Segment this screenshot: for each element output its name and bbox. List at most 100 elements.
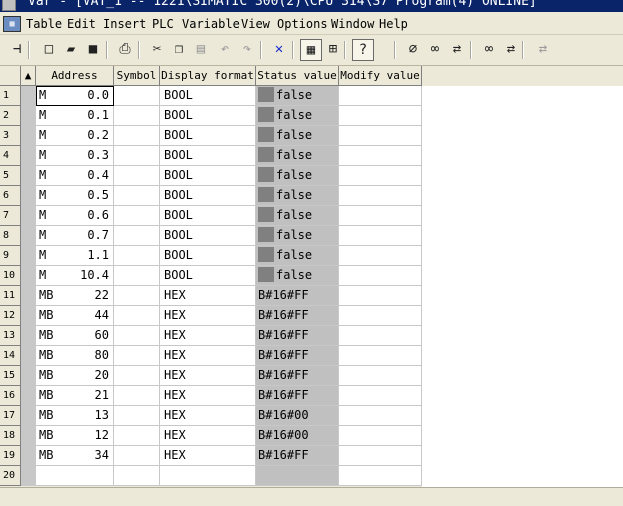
address-cell[interactable]: M 0.3: [36, 146, 114, 166]
header-display-format[interactable]: Display format: [160, 66, 256, 86]
address-cell[interactable]: M 10.4: [36, 266, 114, 286]
row-selector[interactable]: [21, 186, 36, 206]
modify-icon[interactable]: ⇄: [446, 39, 468, 61]
row-selector[interactable]: [21, 346, 36, 366]
row-selector[interactable]: [21, 466, 36, 486]
row-selector[interactable]: [21, 326, 36, 346]
modify-value-cell[interactable]: [339, 426, 422, 446]
row-number[interactable]: 5: [0, 166, 21, 186]
address-cell[interactable]: M 0.2: [36, 126, 114, 146]
row-number[interactable]: 9: [0, 246, 21, 266]
paste-icon[interactable]: ▤: [190, 39, 212, 61]
modify-value-cell[interactable]: [339, 186, 422, 206]
display-format-cell[interactable]: BOOL: [160, 226, 256, 246]
address-cell[interactable]: M 0.6: [36, 206, 114, 226]
address-cell[interactable]: MB 20: [36, 366, 114, 386]
row-selector[interactable]: [21, 126, 36, 146]
address-cell[interactable]: [36, 466, 114, 486]
display-format-cell[interactable]: BOOL: [160, 246, 256, 266]
symbol-cell[interactable]: [114, 186, 160, 206]
document-menu-icon[interactable]: ▦: [3, 16, 21, 32]
modify-value-cell[interactable]: [339, 306, 422, 326]
monitor-once-icon[interactable]: ∞: [424, 39, 446, 61]
cut-icon[interactable]: ✂: [146, 39, 168, 61]
symbol-cell[interactable]: [114, 166, 160, 186]
display-format-cell[interactable]: BOOL: [160, 186, 256, 206]
modify-value-cell[interactable]: [339, 126, 422, 146]
row-number[interactable]: 11: [0, 286, 21, 306]
row-number[interactable]: 16: [0, 386, 21, 406]
address-cell[interactable]: MB 44: [36, 306, 114, 326]
undo-icon[interactable]: ↶: [214, 39, 236, 61]
modify-value-cell[interactable]: [339, 346, 422, 366]
symbol-cell[interactable]: [114, 426, 160, 446]
row-number[interactable]: 12: [0, 306, 21, 326]
monitor-icon[interactable]: ⌀: [402, 39, 424, 61]
display-format-cell[interactable]: BOOL: [160, 106, 256, 126]
row-selector[interactable]: [21, 386, 36, 406]
display-format-cell[interactable]: HEX: [160, 346, 256, 366]
modify-value-cell[interactable]: [339, 326, 422, 346]
force-icon[interactable]: ⇄: [532, 39, 554, 61]
row-selector[interactable]: [21, 246, 36, 266]
modify-value-cell[interactable]: [339, 406, 422, 426]
row-selector[interactable]: [21, 226, 36, 246]
row-number[interactable]: 4: [0, 146, 21, 166]
display-format-cell[interactable]: HEX: [160, 426, 256, 446]
modify-value-cell[interactable]: [339, 386, 422, 406]
activate-icon[interactable]: ⇄: [500, 39, 522, 61]
redo-icon[interactable]: ↷: [236, 39, 258, 61]
row-selector[interactable]: [21, 306, 36, 326]
row-number[interactable]: 7: [0, 206, 21, 226]
menu-edit[interactable]: Edit: [67, 17, 96, 31]
save-icon[interactable]: ■: [82, 39, 104, 61]
modify-value-cell[interactable]: [339, 266, 422, 286]
row-selector[interactable]: [21, 406, 36, 426]
symbol-cell[interactable]: [114, 306, 160, 326]
header-symbol[interactable]: Symbol: [114, 66, 160, 86]
row-selector[interactable]: [21, 146, 36, 166]
modify-value-cell[interactable]: [339, 286, 422, 306]
symbol-cell[interactable]: [114, 466, 160, 486]
address-cell[interactable]: MB 22: [36, 286, 114, 306]
disconnect-icon[interactable]: ✕: [268, 39, 290, 61]
select-all-icon[interactable]: ▲: [21, 66, 36, 86]
display-format-cell[interactable]: HEX: [160, 326, 256, 346]
symbol-cell[interactable]: [114, 266, 160, 286]
modify-value-cell[interactable]: [339, 446, 422, 466]
accessible-nodes-icon[interactable]: ⊞: [322, 39, 344, 61]
pin-icon[interactable]: ⊣: [6, 39, 28, 61]
symbol-cell[interactable]: [114, 86, 160, 106]
horizontal-scrollbar[interactable]: [0, 487, 623, 506]
menu-plc[interactable]: PLC: [152, 17, 174, 31]
row-selector[interactable]: [21, 286, 36, 306]
menu-variable[interactable]: Variable: [182, 17, 240, 31]
menu-options[interactable]: Options: [277, 17, 328, 31]
menu-view[interactable]: View: [241, 17, 270, 31]
header-modify-value[interactable]: Modify value: [339, 66, 422, 86]
modify-value-cell[interactable]: [339, 106, 422, 126]
header-address[interactable]: Address: [36, 66, 114, 86]
modify-value-cell[interactable]: [339, 166, 422, 186]
row-number[interactable]: 15: [0, 366, 21, 386]
address-cell[interactable]: MB 80: [36, 346, 114, 366]
modify-value-cell[interactable]: [339, 366, 422, 386]
modify-value-cell[interactable]: [339, 146, 422, 166]
modify-value-cell[interactable]: [339, 226, 422, 246]
symbol-cell[interactable]: [114, 366, 160, 386]
update-icon[interactable]: ∞: [478, 39, 500, 61]
row-number[interactable]: 10: [0, 266, 21, 286]
display-format-cell[interactable]: HEX: [160, 406, 256, 426]
menu-help[interactable]: Help: [379, 17, 408, 31]
modify-value-cell[interactable]: [339, 206, 422, 226]
row-number[interactable]: 1: [0, 86, 21, 106]
display-format-cell[interactable]: BOOL: [160, 166, 256, 186]
row-number[interactable]: 2: [0, 106, 21, 126]
symbol-cell[interactable]: [114, 246, 160, 266]
address-cell[interactable]: M 0.5: [36, 186, 114, 206]
address-cell[interactable]: MB 21: [36, 386, 114, 406]
address-cell[interactable]: M 0.7: [36, 226, 114, 246]
row-selector[interactable]: [21, 446, 36, 466]
print-icon[interactable]: ⎙: [114, 39, 136, 61]
symbol-cell[interactable]: [114, 106, 160, 126]
